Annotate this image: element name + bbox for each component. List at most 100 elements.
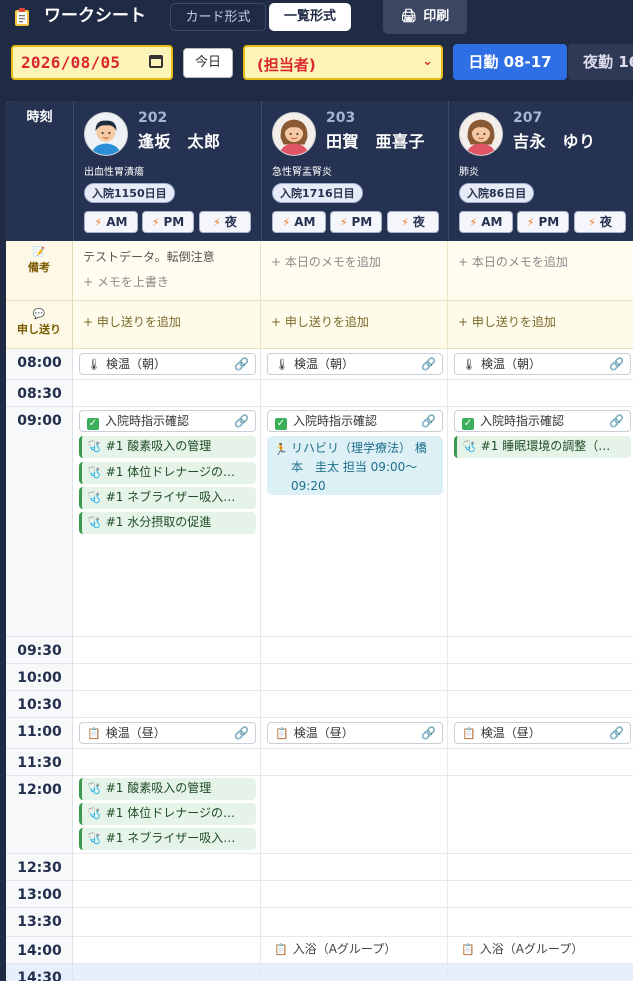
vital-check-task[interactable]: 🌡 検温（朝） 🔗 bbox=[267, 353, 443, 375]
care-plan-task[interactable]: 🩺 #1 体位ドレナージの… bbox=[79, 462, 256, 484]
time-slot-cell[interactable] bbox=[73, 908, 261, 937]
time-slot-label: 11:30 bbox=[6, 749, 73, 776]
night-button[interactable]: ⚡ 夜 bbox=[387, 211, 439, 233]
pm-shift-button[interactable]: ⚡ PM bbox=[142, 211, 194, 233]
link-icon[interactable]: 🔗 bbox=[609, 354, 624, 374]
patient-name[interactable]: 逢坂 太郎 bbox=[138, 128, 221, 152]
time-slot-cell[interactable] bbox=[261, 854, 448, 881]
vital-check-task[interactable]: 🌡 検温（朝） 🔗 bbox=[454, 353, 631, 375]
handover-cell[interactable]: + 申し送りを追加 bbox=[261, 301, 448, 349]
time-slot-cell[interactable] bbox=[448, 854, 633, 881]
time-slot-cell[interactable] bbox=[73, 664, 261, 691]
add-handover-button[interactable]: + 申し送りを追加 bbox=[271, 313, 369, 330]
bath-task[interactable]: 📋 入浴（Aグループ） bbox=[274, 940, 396, 957]
time-slot-cell[interactable] bbox=[261, 380, 448, 407]
time-slot-cell[interactable] bbox=[261, 776, 448, 854]
list-view-button[interactable]: 一覧形式 bbox=[269, 3, 351, 31]
time-slot-cell[interactable] bbox=[73, 964, 261, 981]
vital-check-task[interactable]: 📋 検温（昼） 🔗 bbox=[79, 722, 256, 744]
night-shift-button[interactable]: 夜勤 16 bbox=[568, 44, 633, 80]
time-slot-cell[interactable] bbox=[261, 637, 448, 664]
date-input[interactable]: 2026/08/05 bbox=[11, 45, 173, 80]
calendar-icon[interactable] bbox=[149, 55, 163, 68]
add-memo-button[interactable]: + 本日のメモを追加 bbox=[271, 253, 381, 270]
add-handover-button[interactable]: + 申し送りを追加 bbox=[83, 313, 181, 330]
day-shift-button[interactable]: 日勤 08-17 bbox=[453, 44, 567, 80]
time-slot-cell[interactable] bbox=[73, 937, 261, 964]
time-slot-cell[interactable] bbox=[73, 881, 261, 908]
vital-check-task[interactable]: 📋 検温（昼） 🔗 bbox=[454, 722, 631, 744]
time-slot-cell[interactable] bbox=[261, 691, 448, 718]
link-icon[interactable]: 🔗 bbox=[234, 354, 249, 374]
memo-cell[interactable]: + 本日のメモを追加 bbox=[261, 241, 448, 301]
care-plan-task[interactable]: 🩺 #1 水分摂取の促進 bbox=[79, 512, 256, 534]
card-view-button[interactable]: カード形式 bbox=[170, 3, 266, 31]
link-icon[interactable]: 🔗 bbox=[609, 411, 624, 431]
checkbox-icon[interactable]: ✓ bbox=[462, 418, 474, 430]
vital-check-task[interactable]: 🌡 検温（朝） 🔗 bbox=[79, 353, 256, 375]
pm-shift-button[interactable]: ⚡ PM bbox=[330, 211, 382, 233]
link-icon[interactable]: 🔗 bbox=[609, 723, 624, 743]
memo-cell[interactable]: テストデータ。転倒注意 + メモを上書き bbox=[73, 241, 261, 301]
rehab-task[interactable]: 🏃 リハビリ（理学療法） 橋本 圭太 担当 09:00～09:20 bbox=[267, 436, 443, 495]
memo-cell[interactable]: + 本日のメモを追加 bbox=[448, 241, 633, 301]
staff-select[interactable]: (担当者) ⌄ bbox=[243, 45, 443, 80]
order-check-task[interactable]: ✓ 入院時指示確認 🔗 bbox=[79, 410, 256, 432]
time-slot-cell[interactable] bbox=[448, 964, 633, 981]
checkbox-icon[interactable]: ✓ bbox=[87, 418, 99, 430]
link-icon[interactable]: 🔗 bbox=[421, 723, 436, 743]
memo-overwrite-button[interactable]: + メモを上書き bbox=[83, 273, 169, 290]
time-slot-cell[interactable] bbox=[448, 881, 633, 908]
care-plan-task[interactable]: 🩺 #1 ネブライザー吸入… bbox=[79, 828, 256, 850]
am-shift-button[interactable]: ⚡ AM bbox=[84, 211, 138, 233]
time-slot-cell[interactable] bbox=[73, 854, 261, 881]
link-icon[interactable]: 🔗 bbox=[421, 411, 436, 431]
printer-icon: 🖨 bbox=[400, 9, 418, 24]
time-slot-cell[interactable] bbox=[448, 749, 633, 776]
time-slot-cell[interactable] bbox=[261, 881, 448, 908]
care-plan-task[interactable]: 🩺 #1 体位ドレナージの… bbox=[79, 803, 256, 825]
night-button[interactable]: ⚡ 夜 bbox=[574, 211, 626, 233]
today-button[interactable]: 今日 bbox=[183, 48, 233, 78]
clipboard-icon: 📋 bbox=[87, 727, 101, 740]
add-memo-button[interactable]: + 本日のメモを追加 bbox=[458, 253, 568, 270]
time-slot-cell[interactable] bbox=[73, 691, 261, 718]
time-slot-cell[interactable] bbox=[448, 664, 633, 691]
handover-cell[interactable]: + 申し送りを追加 bbox=[73, 301, 261, 349]
care-plan-task[interactable]: 🩺 #1 ネブライザー吸入… bbox=[79, 487, 256, 509]
order-check-task[interactable]: ✓ 入院時指示確認 🔗 bbox=[267, 410, 443, 432]
time-slot-cell[interactable] bbox=[73, 380, 261, 407]
care-plan-task[interactable]: 🩺 #1 酸素吸入の管理 bbox=[79, 778, 256, 800]
time-slot-cell[interactable] bbox=[261, 908, 448, 937]
vital-check-task[interactable]: 📋 検温（昼） 🔗 bbox=[267, 722, 443, 744]
time-slot-cell[interactable] bbox=[261, 664, 448, 691]
add-handover-button[interactable]: + 申し送りを追加 bbox=[458, 313, 556, 330]
time-slot-cell[interactable] bbox=[73, 749, 261, 776]
time-slot-cell[interactable] bbox=[448, 637, 633, 664]
link-icon[interactable]: 🔗 bbox=[234, 723, 249, 743]
time-slot-cell[interactable] bbox=[261, 964, 448, 981]
am-shift-button[interactable]: ⚡ AM bbox=[272, 211, 326, 233]
patient-name[interactable]: 吉永 ゆり bbox=[513, 128, 596, 152]
link-icon[interactable]: 🔗 bbox=[234, 411, 249, 431]
care-plan-task[interactable]: 🩺 #1 酸素吸入の管理 bbox=[79, 436, 256, 458]
time-slot-cell[interactable] bbox=[448, 776, 633, 854]
pm-shift-button[interactable]: ⚡ PM bbox=[517, 211, 569, 233]
checkbox-icon[interactable]: ✓ bbox=[275, 418, 287, 430]
am-shift-button[interactable]: ⚡ AM bbox=[459, 211, 513, 233]
time-slot-cell[interactable] bbox=[73, 637, 261, 664]
time-text: 08:00 bbox=[17, 355, 62, 371]
care-plan-task[interactable]: 🩺 #1 睡眠環境の調整（… bbox=[454, 436, 631, 458]
link-icon[interactable]: 🔗 bbox=[421, 354, 436, 374]
bath-task[interactable]: 📋 入浴（Aグループ） bbox=[461, 940, 583, 957]
handover-cell[interactable]: + 申し送りを追加 bbox=[448, 301, 633, 349]
night-button[interactable]: ⚡ 夜 bbox=[199, 211, 251, 233]
time-slot-cell[interactable] bbox=[448, 380, 633, 407]
bolt-icon: ⚡ bbox=[94, 216, 103, 229]
patient-name[interactable]: 田賀 亜喜子 bbox=[326, 128, 425, 152]
time-slot-cell[interactable] bbox=[448, 908, 633, 937]
time-slot-cell[interactable] bbox=[448, 691, 633, 718]
print-button[interactable]: 🖨 印刷 bbox=[383, 0, 467, 34]
time-slot-cell[interactable] bbox=[261, 749, 448, 776]
order-check-task[interactable]: ✓ 入院時指示確認 🔗 bbox=[454, 410, 631, 432]
